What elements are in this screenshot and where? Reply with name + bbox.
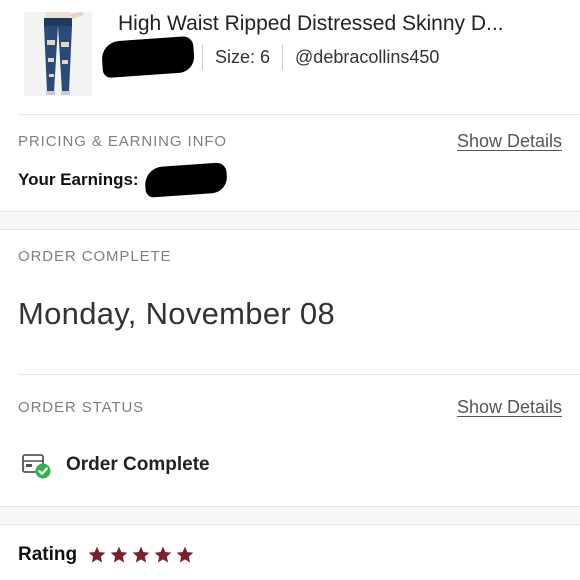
- order-section-label: ORDER COMPLETE: [18, 248, 172, 265]
- product-title[interactable]: High Waist Ripped Distressed Skinny D...: [118, 12, 568, 36]
- earnings-row: Your Earnings:: [18, 162, 228, 198]
- star-icon: [154, 546, 172, 563]
- section-spacer: [0, 211, 580, 230]
- product-meta: Size: 6 @debracollins450: [100, 35, 451, 79]
- order-status-row: Order Complete: [20, 448, 210, 482]
- product-summary[interactable]: High Waist Ripped Distressed Skinny D...…: [0, 0, 580, 114]
- seller-username[interactable]: @debracollins450: [283, 47, 451, 68]
- status-show-details-link[interactable]: Show Details: [457, 397, 562, 418]
- rating-row: Rating: [18, 540, 197, 570]
- jeans-image: [24, 12, 92, 96]
- rating-label: Rating: [18, 544, 78, 565]
- section-spacer: [0, 506, 580, 525]
- earnings-label: Your Earnings:: [18, 170, 139, 189]
- pricing-show-details-link[interactable]: Show Details: [457, 131, 562, 152]
- star-icon: [132, 546, 150, 563]
- order-complete-date: Monday, November 08: [18, 296, 336, 331]
- pricing-section-label: PRICING & EARNING INFO: [18, 133, 227, 150]
- star-icon: [88, 546, 106, 563]
- redaction-mark: [100, 35, 196, 79]
- product-thumbnail[interactable]: [24, 12, 92, 96]
- star-icon: [110, 546, 128, 563]
- order-status-text: Order Complete: [66, 454, 210, 475]
- redaction-mark: [143, 162, 228, 198]
- rating-stars: [87, 545, 197, 565]
- status-section-label: ORDER STATUS: [18, 399, 145, 416]
- section-divider: [18, 374, 580, 375]
- star-icon: [176, 546, 194, 563]
- product-size: Size: 6: [215, 46, 271, 67]
- section-divider: [18, 114, 580, 115]
- package-check-icon: [22, 454, 51, 479]
